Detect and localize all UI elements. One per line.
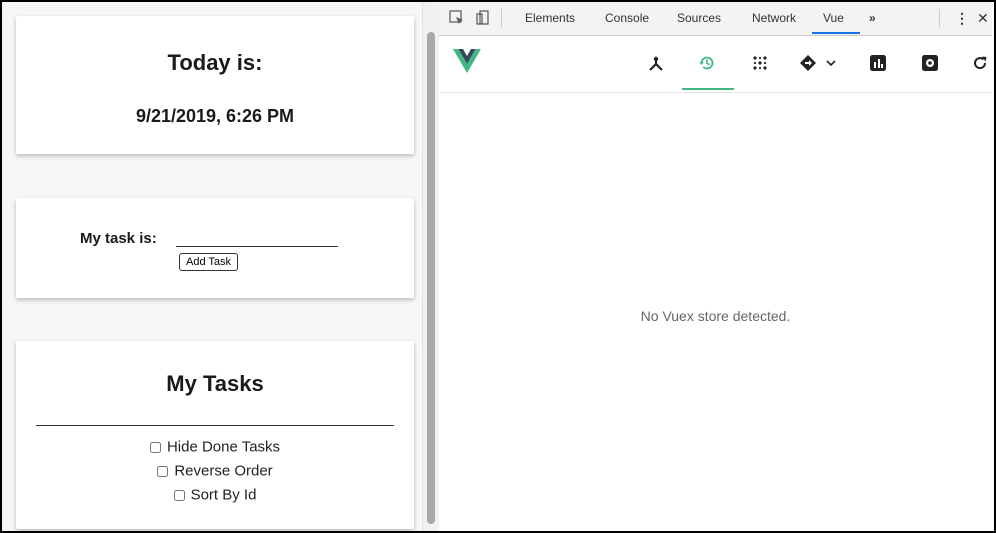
date-card: Today is: 9/21/2019, 6:26 PM xyxy=(16,16,414,154)
task-list-card: My Tasks Hide Done Tasks Reverse Order S… xyxy=(16,341,414,529)
vue-logo-icon xyxy=(453,49,481,78)
scrollbar-thumb[interactable] xyxy=(427,32,435,524)
history-icon[interactable] xyxy=(698,54,716,78)
hide-done-checkbox[interactable] xyxy=(149,441,161,453)
routing-icon[interactable] xyxy=(799,54,819,78)
device-toolbar-icon[interactable] xyxy=(475,10,490,28)
tab-console[interactable]: Console xyxy=(605,11,649,25)
vue-devtools-toolbar xyxy=(439,36,992,93)
more-options-icon[interactable]: ⋮ xyxy=(955,10,969,26)
hide-done-label: Hide Done Tasks xyxy=(166,438,281,456)
task-list-title: My Tasks xyxy=(166,371,264,396)
chevron-down-icon[interactable] xyxy=(825,54,837,78)
tab-network[interactable]: Network xyxy=(752,11,796,25)
empty-state-message: No Vuex store detected. xyxy=(640,308,791,324)
today-title: Today is: xyxy=(167,50,263,75)
inspect-element-icon[interactable] xyxy=(449,10,464,28)
toolbar-separator xyxy=(501,9,502,27)
divider xyxy=(36,425,394,426)
refresh-icon[interactable] xyxy=(971,54,989,78)
active-toolbar-indicator xyxy=(682,88,734,90)
hide-done-option[interactable]: Hide Done Tasks xyxy=(16,438,414,456)
tab-vue[interactable]: Vue xyxy=(823,11,844,25)
components-icon[interactable] xyxy=(647,54,665,78)
reverse-order-option[interactable]: Reverse Order xyxy=(16,462,414,480)
devtools-tabbar: Elements Console Sources Network Vue » ⋮… xyxy=(439,2,992,36)
task-form-card: My task is: Add Task xyxy=(16,198,414,298)
pane-splitter[interactable] xyxy=(422,2,440,531)
task-input[interactable] xyxy=(176,228,338,247)
sort-by-id-option[interactable]: Sort By Id xyxy=(16,486,414,504)
tab-elements[interactable]: Elements xyxy=(525,11,575,25)
vuex-icon[interactable] xyxy=(751,54,769,78)
reverse-order-checkbox[interactable] xyxy=(157,465,169,477)
devtools-panel: Elements Console Sources Network Vue » ⋮… xyxy=(439,2,992,531)
tab-sources[interactable]: Sources xyxy=(677,11,721,25)
toolbar-separator xyxy=(939,9,940,27)
settings-icon[interactable] xyxy=(921,54,939,78)
sort-by-id-checkbox[interactable] xyxy=(173,489,185,501)
active-tab-indicator xyxy=(812,32,860,34)
more-tabs-button[interactable]: » xyxy=(869,11,876,25)
sort-by-id-label: Sort By Id xyxy=(190,486,257,504)
task-input-label: My task is: xyxy=(80,230,157,247)
add-task-button[interactable]: Add Task xyxy=(179,253,239,271)
app-pane: Today is: 9/21/2019, 6:26 PM My task is:… xyxy=(2,2,422,531)
close-devtools-icon[interactable]: ✕ xyxy=(977,10,989,26)
performance-icon[interactable] xyxy=(869,54,887,78)
reverse-order-label: Reverse Order xyxy=(174,462,273,480)
current-datetime: 9/21/2019, 6:26 PM xyxy=(135,106,295,126)
